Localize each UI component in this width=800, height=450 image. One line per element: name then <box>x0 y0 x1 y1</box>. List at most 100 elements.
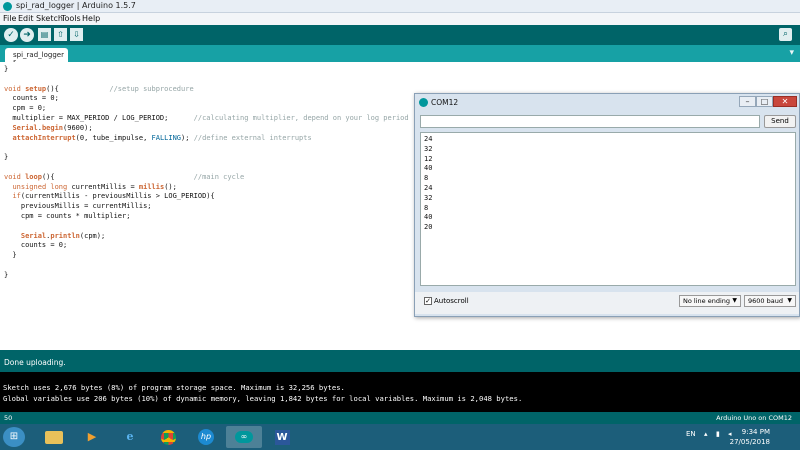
maximize-icon: □ <box>760 97 769 106</box>
code-text[interactable]: }​void setup(){ //setup subprocedure cou… <box>4 65 409 281</box>
code-line[interactable]: attachInterrupt(0, tube_impulse, FALLING… <box>4 134 409 144</box>
serial-monitor-footer: ✓ Autoscroll No line ending ▼ 9600 baud … <box>415 292 799 314</box>
menu-tools[interactable]: Tools <box>61 14 81 23</box>
taskbar-word[interactable]: W <box>264 426 300 448</box>
serial-output[interactable]: 24 32 12 40 8 24 32 8 40 20 <box>420 132 796 286</box>
taskbar-media-player[interactable]: ▶ <box>74 426 110 448</box>
clock[interactable]: 9:34 PM 27/05/2018 <box>730 427 770 447</box>
windows-icon: ⊞ <box>9 431 19 442</box>
check-icon: ✓ <box>7 30 15 40</box>
save-icon: ⇩ <box>73 30 80 39</box>
code-line[interactable]: ​ <box>4 222 409 232</box>
toolbar: ✓ ➜ ▤ ⇧ ⇩ ⌕ <box>0 25 800 45</box>
code-line[interactable]: ​ <box>4 75 409 85</box>
taskbar-hp[interactable]: hp <box>188 426 224 448</box>
close-button[interactable]: ✕ <box>773 96 797 107</box>
code-line[interactable]: } <box>4 251 409 261</box>
check-icon: ✓ <box>425 297 431 305</box>
code-line[interactable]: } <box>4 271 409 281</box>
serial-output-line: 32 <box>424 193 433 202</box>
serial-output-line: 12 <box>424 154 433 163</box>
serial-output-line: 24 <box>424 184 433 192</box>
maximize-button[interactable]: □ <box>756 96 773 107</box>
code-line[interactable]: } <box>4 65 409 75</box>
menu-bar: File Edit Sketch Tools Help <box>0 13 800 25</box>
code-line[interactable]: cpm = 0; <box>4 104 409 114</box>
title-bar: spi_rad_logger | Arduino 1.5.7 <box>0 0 800 13</box>
console-line: Global variables use 206 bytes (10%) of … <box>3 394 523 403</box>
serial-output-line: 24 <box>424 135 433 143</box>
upload-button[interactable]: ➜ <box>20 28 34 42</box>
board-port-label: Arduino Uno on COM12 <box>716 414 792 422</box>
console-line: Sketch uses 2,676 bytes (8%) of program … <box>3 383 345 392</box>
code-line[interactable]: Serial.println(cpm); <box>4 232 409 242</box>
code-line[interactable]: ​ <box>4 143 409 153</box>
hp-icon: hp <box>198 429 214 445</box>
baud-rate-value: 9600 baud <box>748 297 783 305</box>
console-output[interactable]: Sketch uses 2,676 bytes (8%) of program … <box>0 372 800 412</box>
arduino-app-icon <box>3 2 12 11</box>
send-button[interactable]: Send <box>764 115 796 128</box>
taskbar: ⊞ ▶ e hp ∞ W EN ▴ ▮ ◂ 9:34 PM 27/05/2018 <box>0 424 800 450</box>
taskbar-arduino[interactable]: ∞ <box>226 426 262 448</box>
clock-date: 27/05/2018 <box>729 438 770 446</box>
minimize-button[interactable]: – <box>739 96 756 107</box>
code-line[interactable]: ​ <box>4 163 409 173</box>
open-icon: ⇧ <box>57 30 64 39</box>
menu-sketch[interactable]: Sketch <box>36 14 63 23</box>
network-icon[interactable]: ▮ <box>716 430 720 438</box>
word-icon: W <box>274 429 290 445</box>
code-line[interactable]: previousMillis = currentMillis; <box>4 202 409 212</box>
taskbar-file-explorer[interactable] <box>36 426 72 448</box>
code-line[interactable]: } <box>4 153 409 163</box>
start-button[interactable]: ⊞ <box>3 427 25 447</box>
chrome-icon <box>160 429 176 445</box>
tab-menu-button[interactable]: ▾ <box>789 48 794 58</box>
arrow-right-icon: ➜ <box>23 30 31 40</box>
magnifier-icon: ⌕ <box>782 29 789 39</box>
serial-monitor-button[interactable]: ⌕ <box>779 28 792 41</box>
code-line[interactable]: counts = 0; <box>4 94 409 104</box>
code-line[interactable]: counts = 0; <box>4 241 409 251</box>
serial-input[interactable] <box>420 115 760 128</box>
open-button[interactable]: ⇧ <box>54 28 67 41</box>
baud-rate-select[interactable]: 9600 baud ▼ <box>744 295 796 307</box>
code-line[interactable]: ​ <box>4 261 409 271</box>
code-line[interactable]: void loop(){ //main cycle <box>4 173 409 183</box>
line-ending-value: No line ending <box>683 297 730 305</box>
serial-output-line: 32 <box>424 144 433 153</box>
code-line[interactable]: unsigned long currentMillis = millis(); <box>4 183 409 193</box>
media-player-icon: ▶ <box>87 430 97 443</box>
menu-edit[interactable]: Edit <box>18 14 34 23</box>
serial-monitor-titlebar[interactable]: COM12 – □ ✕ <box>415 94 799 110</box>
code-line[interactable]: cpm = counts * multiplier; <box>4 212 409 222</box>
chevron-down-icon: ▼ <box>732 297 737 304</box>
new-button[interactable]: ▤ <box>38 28 51 41</box>
line-ending-select[interactable]: No line ending ▼ <box>679 295 741 307</box>
status-message: Done uploading. <box>4 358 66 367</box>
serial-monitor-window: COM12 – □ ✕ Send 24 32 12 40 8 24 32 8 40 20 ✓ Au… <box>414 93 800 317</box>
save-button[interactable]: ⇩ <box>70 28 83 41</box>
window-title: spi_rad_logger | Arduino 1.5.7 <box>16 1 136 10</box>
new-file-icon: ▤ <box>40 30 49 39</box>
internet-explorer-icon: e <box>126 430 134 443</box>
code-line[interactable]: void setup(){ //setup subprocedure <box>4 85 409 95</box>
code-line[interactable]: multiplier = MAX_PERIOD / LOG_PERIOD; //… <box>4 114 408 124</box>
editor-footer: 50 Arduino Uno on COM12 <box>0 412 800 424</box>
serial-monitor-title: COM12 <box>431 98 459 107</box>
tab-spi-rad-logger[interactable]: spi_rad_logger § <box>5 48 68 67</box>
line-number: 50 <box>4 414 13 422</box>
tray-arrow-icon[interactable]: ▴ <box>704 430 708 438</box>
language-indicator[interactable]: EN <box>686 430 696 438</box>
serial-output-line: 40 <box>424 164 433 173</box>
code-line[interactable]: Serial.begin(9600); <box>4 124 409 134</box>
menu-file[interactable]: File <box>3 14 16 23</box>
clock-time: 9:34 PM <box>741 428 770 436</box>
verify-button[interactable]: ✓ <box>4 28 18 42</box>
taskbar-chrome[interactable] <box>150 426 186 448</box>
taskbar-internet-explorer[interactable]: e <box>112 426 148 448</box>
code-line[interactable]: if(currentMillis - previousMillis > LOG_… <box>4 192 409 202</box>
autoscroll-checkbox[interactable]: ✓ <box>424 297 432 305</box>
menu-help[interactable]: Help <box>82 14 100 23</box>
minimize-icon: – <box>745 97 750 106</box>
